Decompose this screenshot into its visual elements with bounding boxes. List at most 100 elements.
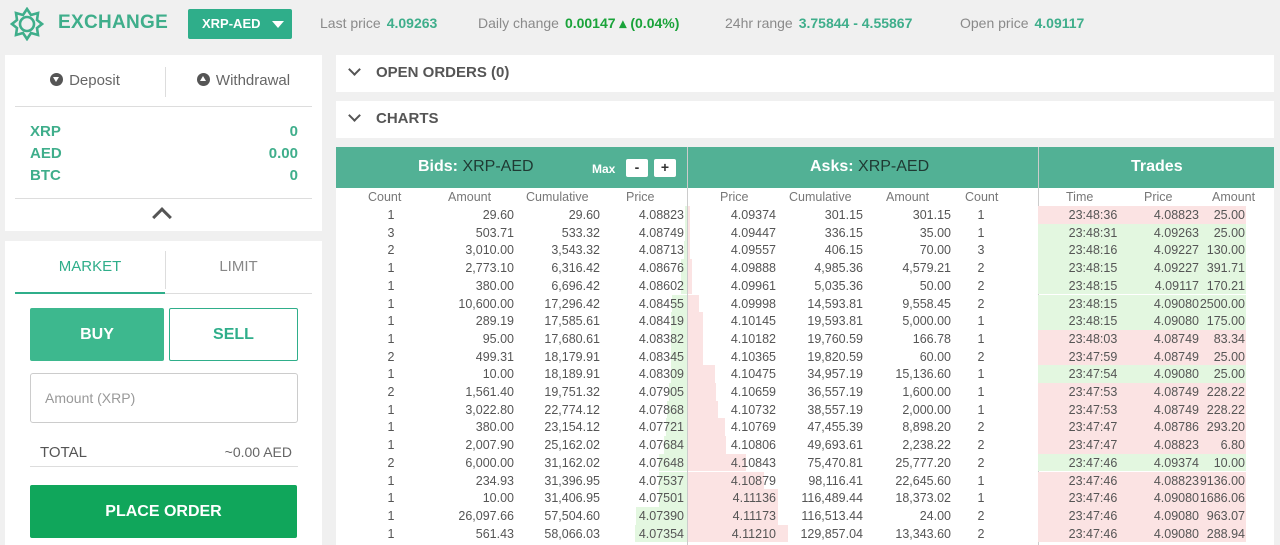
pair-selector[interactable]: XRP-AED <box>188 9 292 39</box>
table-row[interactable]: 1 234.93 31,396.95 4.07537 4.10879 98,116.41 2… <box>336 471 1274 490</box>
trade-time: 23:48:15 <box>1068 296 1118 311</box>
bids-pair: XRP-AED <box>462 158 534 175</box>
gear-logo-icon[interactable] <box>10 7 44 41</box>
bid-amount: 1,561.40 <box>465 385 514 399</box>
bid-amount: 3,022.80 <box>465 402 514 417</box>
ask-count: 2 <box>977 455 985 470</box>
bid-cumulative: 31,406.95 <box>544 491 600 506</box>
ask-count: 1 <box>977 225 985 240</box>
trade-time: 23:47:46 <box>1068 508 1118 523</box>
bid-count: 1 <box>387 402 395 417</box>
table-row[interactable]: 1 561.43 58,066.03 4.07354 4.11210 129,857.04… <box>336 524 1274 543</box>
ask-cumulative: 36,557.19 <box>807 385 863 399</box>
trade-amount: 10.00 <box>1213 455 1245 470</box>
bid-count: 2 <box>387 455 395 470</box>
trade-time: 23:48:16 <box>1068 243 1118 258</box>
bid-cumulative: 58,066.03 <box>544 526 600 541</box>
open-orders-section-header[interactable]: OPEN ORDERS (0) <box>336 55 1274 92</box>
trade-time: 23:47:54 <box>1068 367 1118 382</box>
bid-count: 3 <box>387 225 395 240</box>
table-row[interactable]: 1 26,097.66 57,504.60 4.07390 4.11173 116,513… <box>336 506 1274 525</box>
table-row[interactable]: 1 3,022.80 22,774.12 4.07868 4.10732 38,557.1… <box>336 400 1274 419</box>
ask-count: 1 <box>977 331 985 346</box>
amount-input[interactable] <box>30 373 298 423</box>
bid-count: 1 <box>387 473 395 488</box>
table-row[interactable]: 2 6,000.00 31,162.02 4.07648 4.10843 75,470.8… <box>336 453 1274 472</box>
table-row[interactable]: 3 503.71 533.32 4.08749 4.09447 336.15 35.00 1 2… <box>336 223 1274 242</box>
ask-amount: 15,136.60 <box>895 367 951 382</box>
trade-amount: 175.00 <box>1206 314 1245 329</box>
ask-price: 4.10475 <box>730 367 776 382</box>
table-row[interactable]: 1 289.19 17,585.61 4.08419 4.10145 19,593.81 5… <box>336 312 1274 330</box>
ask-price: 4.11210 <box>731 526 776 541</box>
trade-amount: 83.34 <box>1213 331 1245 346</box>
trade-time: 23:47:47 <box>1068 420 1118 435</box>
trade-time: 23:47:59 <box>1068 349 1118 364</box>
deposit-button[interactable]: Deposit <box>5 65 165 97</box>
table-row[interactable]: 1 10.00 31,406.95 4.07501 4.11136 116,489.44 1… <box>336 489 1274 507</box>
table-row[interactable]: 1 2,007.90 25,162.02 4.07684 4.10806 49,693.6… <box>336 436 1274 454</box>
daily-change-label: Daily change <box>478 15 559 31</box>
ask-cumulative: 47,455.39 <box>807 420 863 435</box>
bid-cumulative: 3,543.32 <box>551 243 600 258</box>
chevron-up-icon[interactable] <box>152 207 172 227</box>
bid-cumulative: 31,396.95 <box>544 473 600 488</box>
table-row[interactable]: 1 29.60 29.60 4.08823 4.09374 301.15 301.15 1 23… <box>336 206 1274 224</box>
bid-cumulative: 57,504.60 <box>544 508 600 523</box>
bid-count: 1 <box>387 420 395 435</box>
ask-amount: 301.15 <box>912 208 951 222</box>
bid-cumulative: 533.32 <box>561 225 600 240</box>
bid-amount: 561.43 <box>475 526 514 541</box>
bid-depth-bar <box>685 223 687 242</box>
bid-amount: 380.00 <box>475 420 514 435</box>
table-row[interactable]: 2 3,010.00 3,543.32 4.08713 4.09557 406.15 70.… <box>336 241 1274 260</box>
col-header-price: Price <box>720 190 749 204</box>
table-row[interactable]: 2 499.31 18,179.91 4.08345 4.10365 19,820.59 6… <box>336 347 1274 366</box>
ask-price: 4.10659 <box>730 385 776 399</box>
sell-button[interactable]: SELL <box>169 308 298 361</box>
bid-price: 4.08713 <box>638 243 684 258</box>
table-row[interactable]: 1 10,600.00 17,296.42 4.08455 4.09998 14,593.… <box>336 294 1274 313</box>
trade-time: 23:47:47 <box>1068 438 1118 453</box>
ask-cumulative: 116,513.44 <box>801 508 863 523</box>
table-row[interactable]: 1 380.00 23,154.12 4.07721 4.10769 47,455.39 8… <box>336 418 1274 437</box>
table-row[interactable]: 2 1,561.40 19,751.32 4.07905 4.10659 36,557.1… <box>336 383 1274 401</box>
charts-section-header[interactable]: CHARTS <box>336 101 1274 138</box>
ask-count: 2 <box>977 420 985 435</box>
bid-price: 4.07537 <box>638 473 684 488</box>
col-header-cumulative: Cumulative <box>789 190 852 204</box>
bid-price: 4.07905 <box>638 385 684 399</box>
bid-amount: 2,773.10 <box>465 261 514 276</box>
bid-amount: 499.31 <box>475 349 514 364</box>
ask-cumulative: 301.15 <box>824 208 863 222</box>
place-order-button[interactable]: PLACE ORDER <box>30 485 297 538</box>
zoom-in-button[interactable]: + <box>654 159 676 177</box>
trade-time: 23:47:46 <box>1068 491 1118 506</box>
bid-price: 4.08455 <box>638 296 684 311</box>
max-label[interactable]: Max <box>592 162 615 176</box>
table-row[interactable]: 1 95.00 17,680.61 4.08382 4.10182 19,760.59 16… <box>336 329 1274 348</box>
table-row[interactable]: 1 380.00 6,696.42 4.08602 4.09961 5,035.36 50.… <box>336 276 1274 295</box>
bid-price: 4.07684 <box>638 438 684 453</box>
ask-count: 2 <box>977 508 985 523</box>
app-title[interactable]: EXCHANGE <box>58 12 168 34</box>
trade-amount: 6.80 <box>1220 438 1245 453</box>
col-header-amount: Amount <box>448 190 492 204</box>
order-form-panel: MARKET LIMIT BUY SELL TOTAL ~0.00 AED PL… <box>5 241 322 545</box>
total-label: TOTAL <box>40 444 87 461</box>
last-price: Last price 4.09263 <box>320 15 437 31</box>
table-row[interactable]: 1 10.00 18,189.91 4.08309 4.10475 34,957.19 15… <box>336 365 1274 383</box>
tab-market[interactable]: MARKET <box>15 247 165 294</box>
zoom-out-button[interactable]: - <box>626 159 648 177</box>
trade-amount: 9136.00 <box>1199 473 1245 488</box>
trades-title-label: Trades <box>1131 158 1183 175</box>
buy-button[interactable]: BUY <box>30 308 164 361</box>
balance-amount: 0 <box>289 167 298 184</box>
ask-amount: 2,000.00 <box>902 402 951 417</box>
table-row[interactable]: 1 2,773.10 6,316.42 4.08676 4.09888 4,985.36 4… <box>336 259 1274 277</box>
ask-cumulative: 19,760.59 <box>807 331 863 346</box>
bid-cumulative: 18,179.91 <box>544 349 600 364</box>
arrow-up-circle-icon <box>196 73 210 86</box>
withdrawal-button[interactable]: Withdrawal <box>165 65 322 97</box>
tab-limit[interactable]: LIMIT <box>165 247 312 294</box>
